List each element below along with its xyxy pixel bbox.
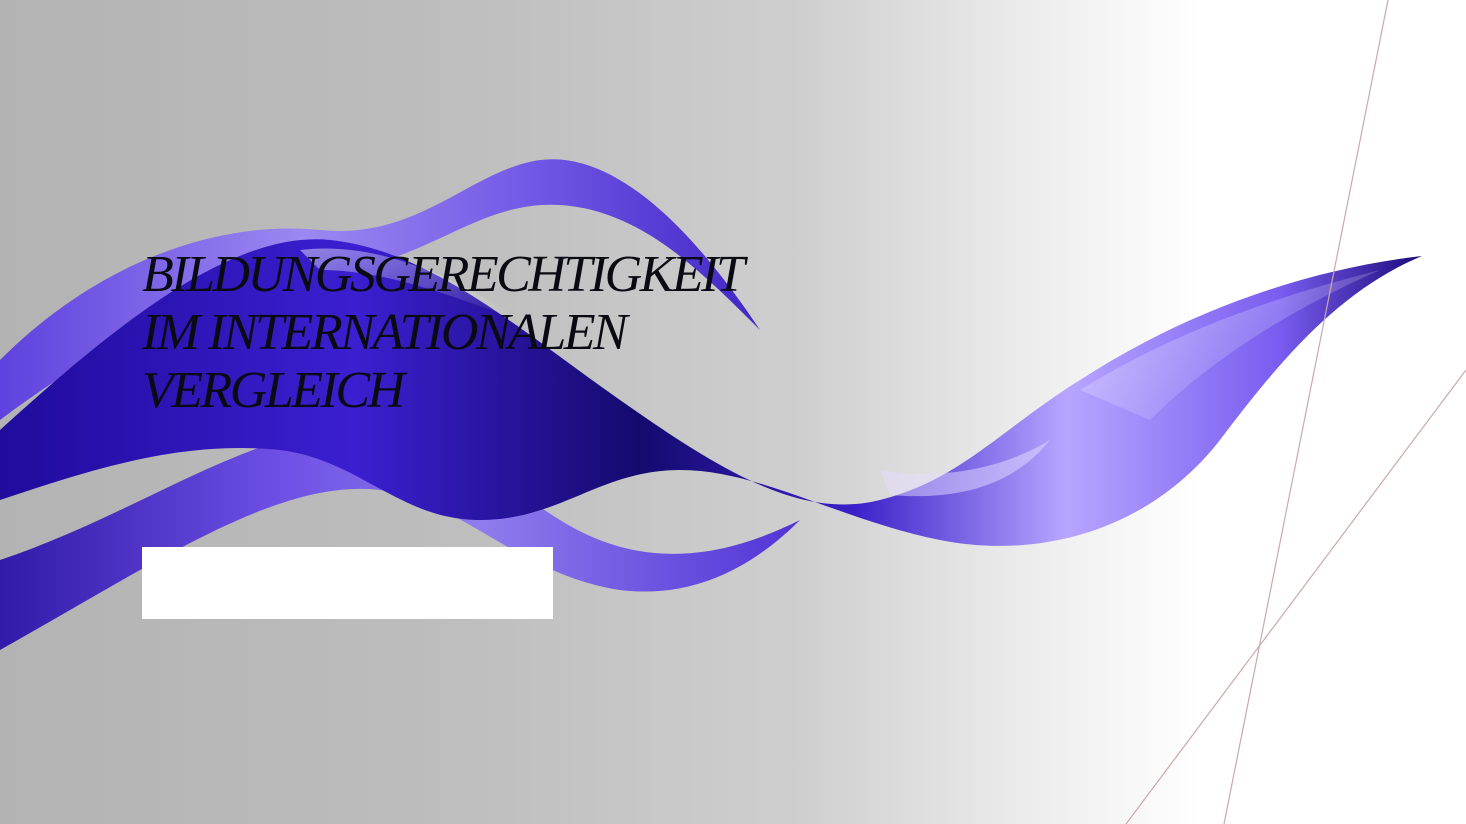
title-line-2: IM INTERNATIONALEN [142,304,628,361]
title-line-1: BILDUNGSGERECHTIGKEIT [142,246,745,303]
title-line-3: VERGLEICH [142,362,405,419]
presentation-slide: BILDUNGSGERECHTIGKEIT IM INTERNATIONALEN… [0,0,1466,824]
slide-title[interactable]: BILDUNGSGERECHTIGKEIT IM INTERNATIONALEN… [142,246,942,420]
subtitle-placeholder[interactable] [142,547,553,619]
